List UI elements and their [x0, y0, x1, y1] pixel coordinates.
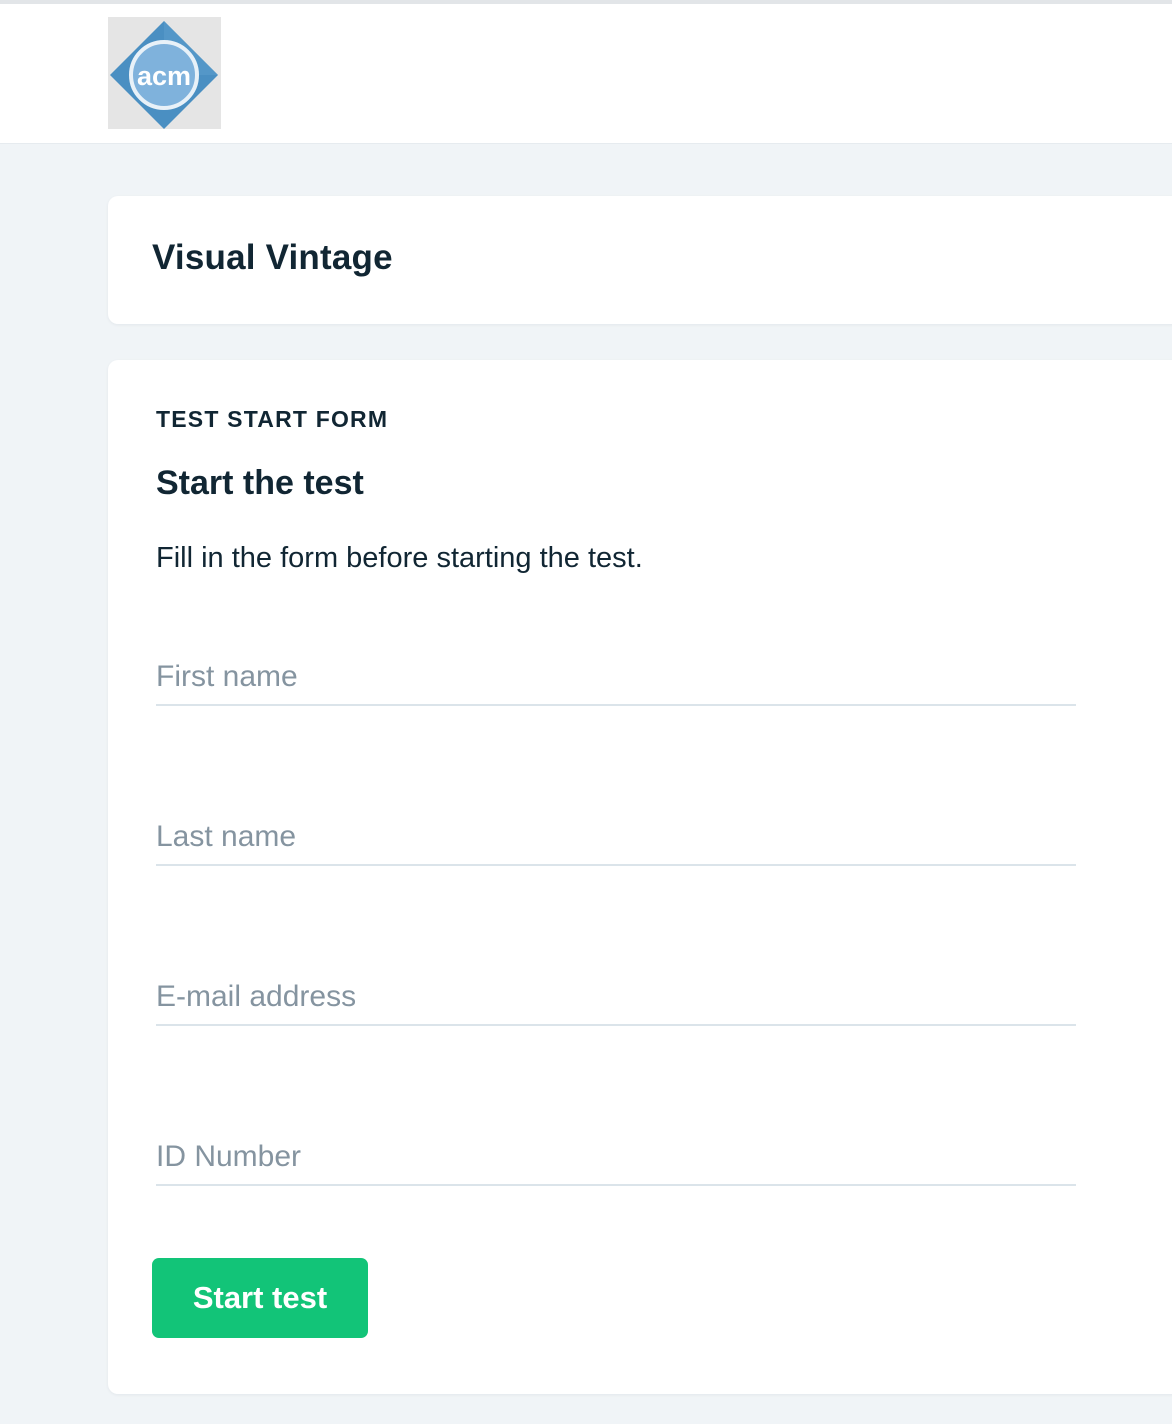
title-card: Visual Vintage: [108, 196, 1172, 324]
acm-logo[interactable]: acm: [108, 17, 221, 129]
start-test-button[interactable]: Start test: [152, 1258, 368, 1338]
page-title: Visual Vintage: [152, 238, 393, 277]
test-start-form: TEST START FORM Start the test Fill in t…: [108, 360, 1172, 1394]
form-heading: Start the test: [156, 464, 364, 502]
logo-text: acm: [137, 61, 191, 91]
last-name-input[interactable]: [156, 810, 1076, 866]
id-number-input[interactable]: [156, 1130, 1076, 1186]
site-header: acm: [0, 4, 1172, 144]
first-name-input[interactable]: [156, 650, 1076, 706]
form-description: Fill in the form before starting the tes…: [156, 542, 643, 574]
email-input[interactable]: [156, 970, 1076, 1026]
form-eyebrow: TEST START FORM: [156, 406, 389, 432]
acm-logo-icon: acm: [110, 21, 218, 129]
